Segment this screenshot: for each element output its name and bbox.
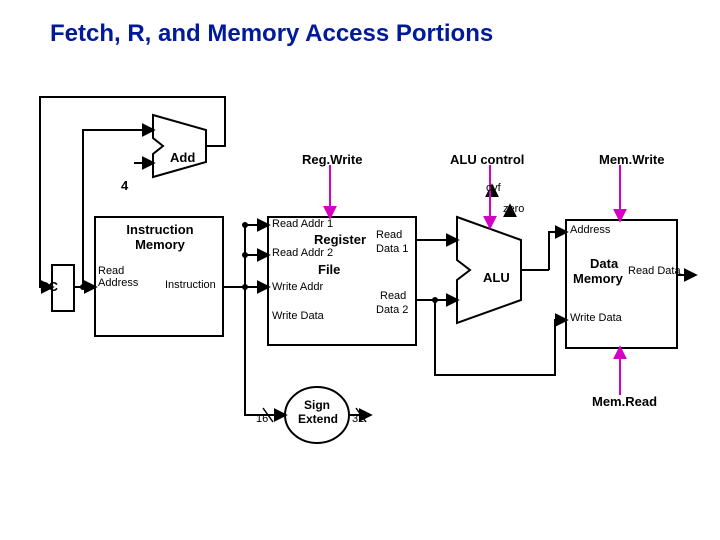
dm-address: Address: [570, 224, 610, 236]
imem-title-1: Instruction: [115, 222, 205, 237]
imem-title-2: Memory: [115, 237, 205, 252]
signext-line2: Extend: [298, 412, 338, 426]
rf-data1: Data 1: [376, 243, 408, 255]
pc-label: PC: [40, 279, 58, 294]
rf-title-1: Register: [314, 232, 366, 247]
zero-label: zero: [503, 203, 524, 215]
memwrite-label: Mem.Write: [599, 152, 665, 167]
dm-title-1: Data: [590, 256, 618, 271]
add-label: Add: [170, 150, 195, 165]
dm-title-2: Memory: [573, 271, 623, 286]
const-4-label: 4: [121, 178, 128, 193]
signext-32: 32: [352, 413, 364, 425]
alu-control-label: ALU control: [450, 152, 524, 167]
signext-line1: Sign: [304, 398, 330, 412]
rf-read: Read: [376, 229, 402, 241]
ovf-label: ovf: [486, 182, 501, 194]
imem-read-addr: Read Address: [98, 265, 138, 289]
rf-read2-l1: Read: [380, 290, 406, 302]
memread-label: Mem.Read: [592, 394, 657, 409]
signext-16: 16: [256, 413, 268, 425]
adder-block: [153, 115, 206, 177]
rf-read-addr1: Read Addr 1: [272, 218, 333, 230]
regwrite-label: Reg.Write: [302, 152, 362, 167]
rf-write-addr: Write Addr: [272, 281, 323, 293]
rf-title-2: File: [318, 262, 340, 277]
rf-write-data: Write Data: [272, 310, 324, 322]
rf-read2-l2: Data 2: [376, 304, 408, 316]
imem-instruction-out: Instruction: [165, 279, 216, 291]
rf-read-addr2: Read Addr 2: [272, 247, 333, 259]
dm-write-data: Write Data: [570, 312, 622, 324]
alu-label: ALU: [483, 270, 510, 285]
dm-read-data: Read Data: [628, 265, 681, 277]
